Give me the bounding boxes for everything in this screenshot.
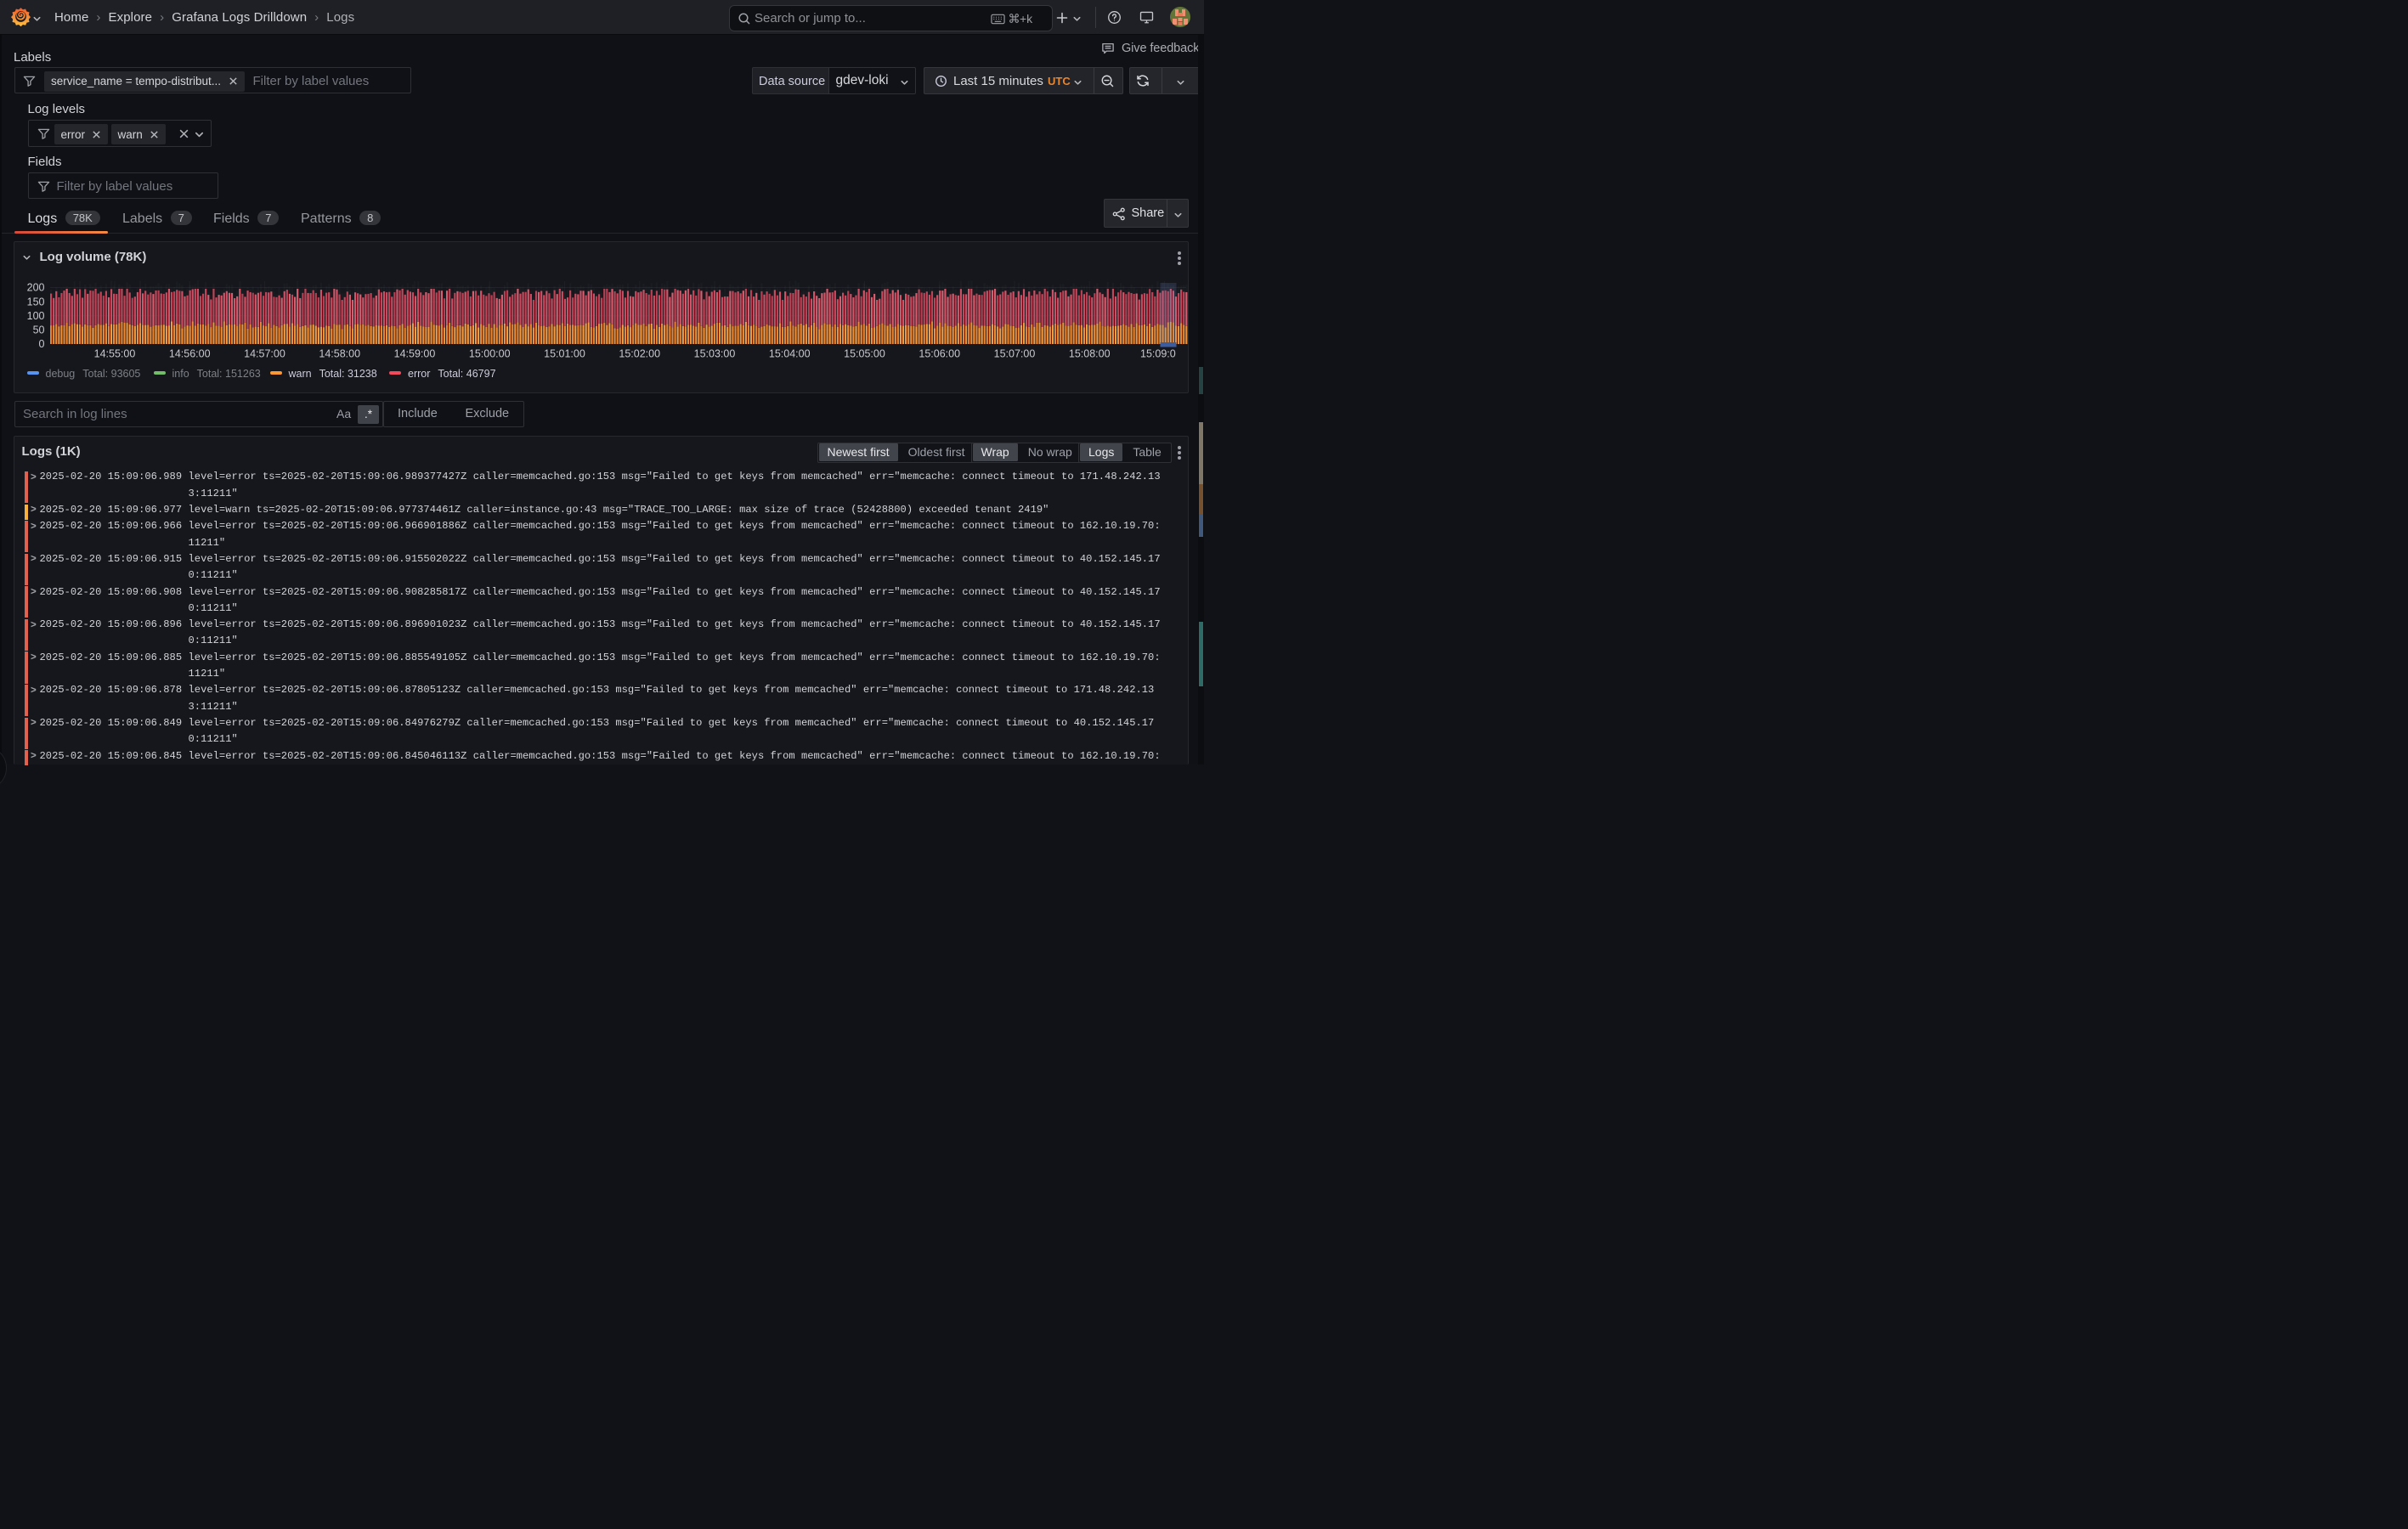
svg-text:15:04:00: 15:04:00 (769, 348, 811, 360)
svg-text:50: 50 (33, 324, 45, 336)
svg-text:15:05:00: 15:05:00 (844, 348, 885, 360)
svg-text:14:55:00: 14:55:00 (94, 348, 136, 360)
svg-text:15:06:00: 15:06:00 (919, 348, 960, 360)
svg-text:15:09:0: 15:09:0 (1140, 348, 1176, 360)
svg-text:14:58:00: 14:58:00 (319, 348, 360, 360)
svg-text:14:59:00: 14:59:00 (394, 348, 436, 360)
svg-text:15:07:00: 15:07:00 (994, 348, 1036, 360)
svg-text:200: 200 (27, 282, 45, 294)
svg-text:15:03:00: 15:03:00 (694, 348, 736, 360)
svg-text:15:00:00: 15:00:00 (469, 348, 511, 360)
svg-text:0: 0 (39, 338, 45, 350)
svg-text:15:01:00: 15:01:00 (544, 348, 585, 360)
svg-text:15:02:00: 15:02:00 (619, 348, 660, 360)
svg-text:14:56:00: 14:56:00 (169, 348, 211, 360)
svg-text:150: 150 (27, 296, 45, 307)
svg-text:100: 100 (27, 310, 45, 322)
svg-text:15:08:00: 15:08:00 (1069, 348, 1111, 360)
svg-text:14:57:00: 14:57:00 (244, 348, 285, 360)
